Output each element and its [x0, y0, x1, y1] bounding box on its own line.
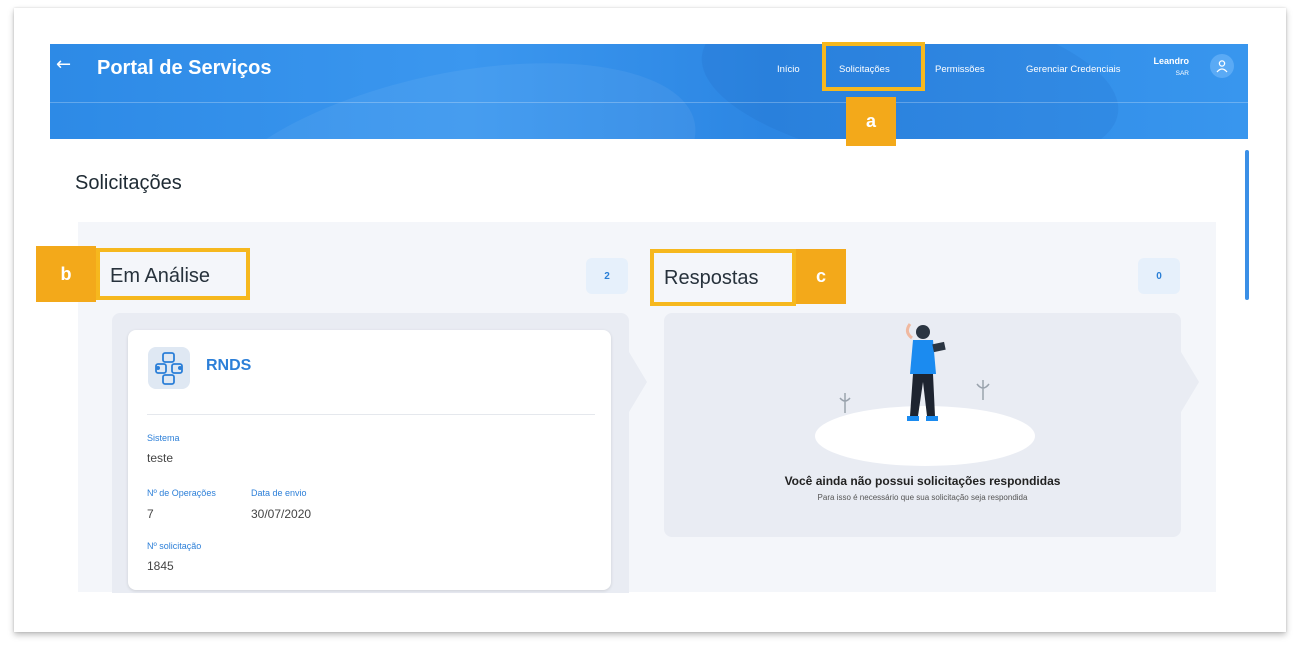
empty-state-title: Você ainda não possui solicitações respo… — [784, 474, 1061, 488]
scrollbar[interactable] — [1245, 150, 1249, 300]
header-divider — [50, 102, 1248, 103]
panel-chevron-right — [1181, 352, 1199, 412]
top-header: ← Portal de Serviços Início Solicitações… — [50, 44, 1248, 139]
back-arrow-icon[interactable]: ← — [56, 54, 71, 75]
request-card[interactable] — [128, 330, 611, 590]
callout-a-tag: a — [846, 97, 896, 146]
count-badge-em-analise: 2 — [586, 258, 628, 294]
callout-a-highlight — [822, 42, 925, 91]
nav-item-inicio[interactable]: Início — [777, 64, 800, 75]
user-icon[interactable] — [1210, 54, 1234, 78]
field-value-operacoes: 7 — [147, 507, 154, 521]
empty-state-subtitle: Para isso é necessário que sua solicitaç… — [817, 493, 1028, 502]
user-name[interactable]: Leandro — [1151, 56, 1189, 66]
page-title: Solicitações — [75, 172, 182, 194]
panel-chevron-left — [629, 352, 647, 412]
user-org: SAR — [1175, 70, 1189, 77]
field-label-operacoes: Nº de Operações — [147, 488, 216, 498]
section-title-respostas: Respostas — [664, 267, 759, 289]
callout-c-tag: c — [796, 249, 846, 304]
field-label-sistema: Sistema — [147, 433, 180, 443]
field-value-solicitacao: 1845 — [147, 559, 174, 573]
field-value-data-envio: 30/07/2020 — [251, 507, 312, 521]
nav-item-permissoes[interactable]: Permissões — [935, 64, 985, 75]
card-divider — [147, 414, 595, 415]
rnds-network-icon — [148, 347, 190, 389]
section-title-em-analise: Em Análise — [110, 265, 211, 287]
field-label-data-envio: Data de envio — [251, 488, 307, 498]
nav-item-gerenciar-credenciais[interactable]: Gerenciar Credenciais — [1026, 64, 1121, 75]
field-label-solicitacao: Nº solicitação — [147, 541, 202, 551]
portal-brand[interactable]: Portal de Serviços — [97, 57, 272, 80]
field-value-sistema: teste — [147, 451, 174, 465]
request-system-name[interactable]: RNDS — [206, 357, 251, 375]
empty-state-illustration — [815, 323, 1035, 466]
callout-b-tag: b — [36, 246, 96, 302]
count-badge-respostas: 0 — [1138, 258, 1180, 294]
